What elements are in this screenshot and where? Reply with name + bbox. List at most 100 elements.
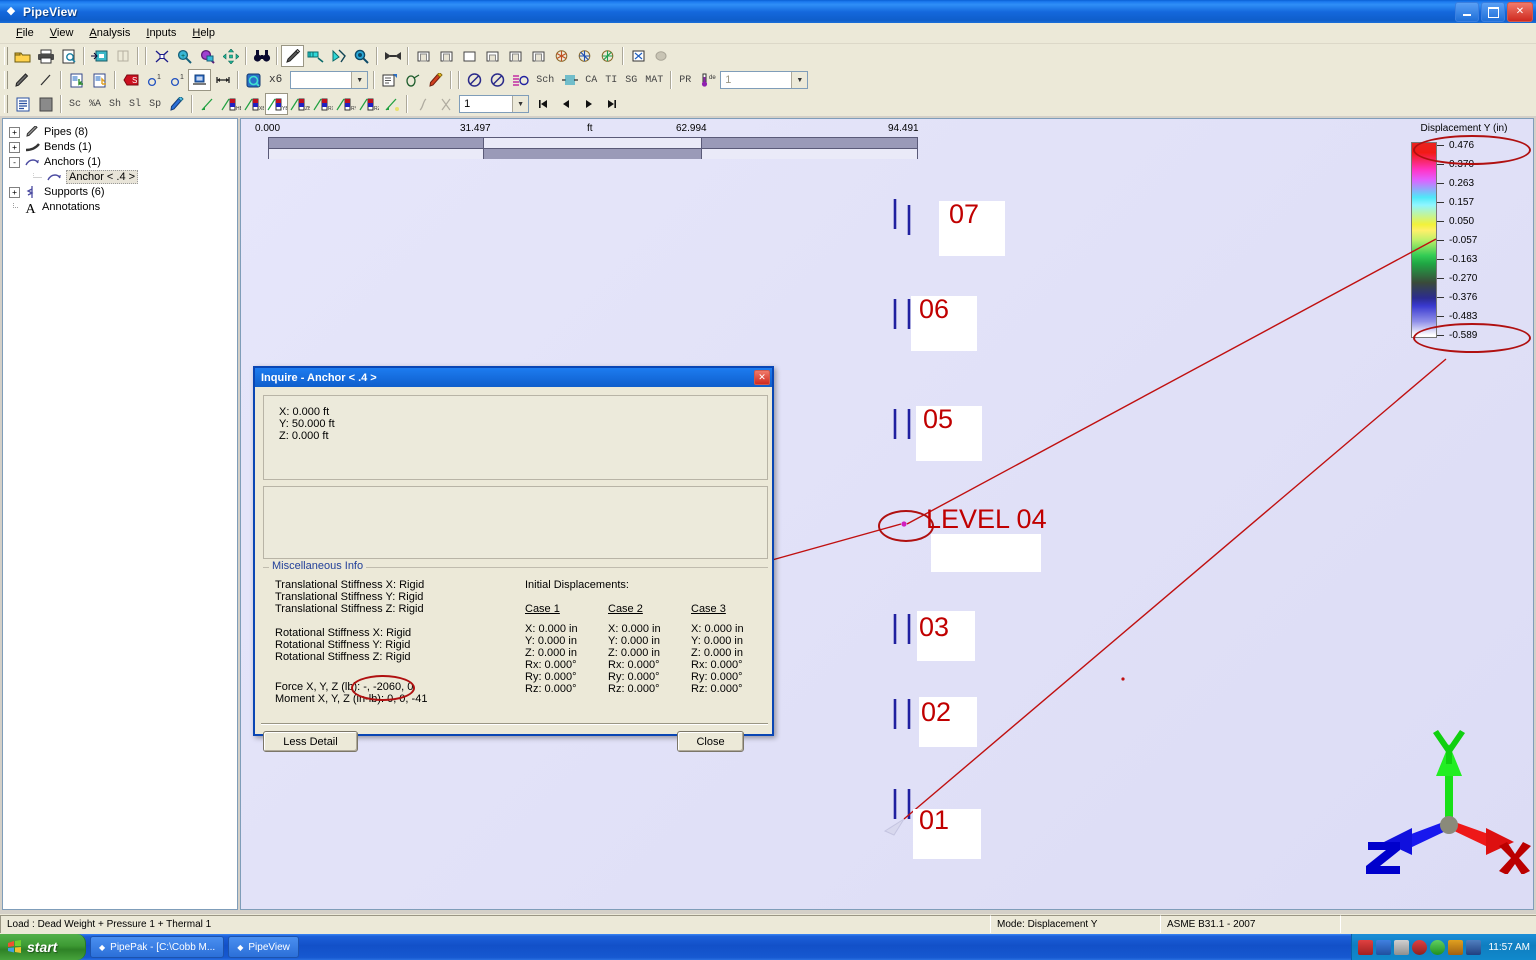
plot-xb-icon[interactable]: XB	[242, 93, 265, 115]
import-data-icon[interactable]	[65, 69, 88, 91]
tree-item-bends[interactable]: + Bends (1)	[9, 140, 237, 154]
zoom-combo[interactable]: ▼	[290, 71, 369, 89]
view-front-icon[interactable]	[412, 45, 435, 67]
view-iso2-icon[interactable]	[573, 45, 596, 67]
pr-label[interactable]: PR	[675, 69, 695, 91]
highlight-marker-icon[interactable]	[165, 93, 188, 115]
view-iso3-icon[interactable]	[596, 45, 619, 67]
tray-icon-network[interactable]	[1358, 939, 1374, 955]
diameter-icon[interactable]	[463, 69, 486, 91]
toolbar-grip[interactable]	[2, 46, 9, 66]
scale-seg[interactable]	[269, 138, 484, 148]
tray-icon-display[interactable]	[1466, 939, 1482, 955]
tray-icon-sync[interactable]	[1376, 939, 1392, 955]
mouse-pick-icon[interactable]	[401, 69, 424, 91]
chevron-down-icon[interactable]: ▼	[512, 96, 529, 112]
measure-icon[interactable]	[304, 45, 327, 67]
anchor-display-icon[interactable]	[188, 69, 211, 91]
temperature-combo[interactable]: 1 ▼	[720, 71, 809, 89]
plot-rx-icon[interactable]: RX	[311, 93, 334, 115]
node-select-icon[interactable]	[150, 45, 173, 67]
print-icon[interactable]	[34, 45, 57, 67]
ti-label[interactable]: TI	[601, 69, 621, 91]
tree-item-annotations[interactable]: A Annotations	[9, 200, 237, 214]
sh-label[interactable]: Sh	[105, 93, 125, 115]
tray-icon-update[interactable]	[1430, 939, 1446, 955]
scale-bar-bottom[interactable]	[269, 148, 917, 159]
chevron-down-icon[interactable]: ▼	[351, 72, 368, 88]
paint-color-icon[interactable]	[424, 69, 447, 91]
view-bottom-icon[interactable]	[481, 45, 504, 67]
minimize-button[interactable]	[1455, 2, 1479, 22]
report-icon[interactable]	[11, 93, 34, 115]
dimension-icon[interactable]	[211, 69, 234, 91]
percent-a-label[interactable]: %A	[85, 93, 105, 115]
scale-seg[interactable]	[484, 138, 702, 148]
scale-bar-top[interactable]	[269, 138, 917, 148]
close-button[interactable]: ✕	[1507, 2, 1533, 22]
expander-icon[interactable]: +	[9, 141, 20, 153]
draw-pipe-icon[interactable]	[11, 69, 34, 91]
model-tree-panel[interactable]: + Pipes (8) + Bends (1) - Anchors (1) An…	[2, 118, 238, 910]
expander-icon[interactable]: +	[9, 126, 20, 138]
less-detail-button[interactable]: Less Detail	[263, 731, 358, 752]
expansion-joint-icon[interactable]	[558, 69, 581, 91]
dialog-close-icon[interactable]: ✕	[754, 370, 770, 385]
thickness-icon[interactable]	[486, 69, 509, 91]
zoom-extents-icon[interactable]	[350, 45, 373, 67]
plot-zb-icon[interactable]: ZB	[288, 93, 311, 115]
tray-icon-volume[interactable]	[1448, 939, 1464, 955]
schedule-list-icon[interactable]	[509, 69, 532, 91]
mat-label[interactable]: MAT	[641, 69, 667, 91]
toolbar-grip[interactable]	[2, 70, 9, 90]
sp-label[interactable]: Sp	[145, 93, 165, 115]
sc-label[interactable]: Sc	[65, 93, 85, 115]
last-frame-icon[interactable]	[600, 93, 623, 115]
scale-seg[interactable]	[702, 138, 917, 148]
print-preview-icon[interactable]	[57, 45, 80, 67]
dialog-titlebar[interactable]: Inquire - Anchor < .4 > ✕	[255, 368, 772, 387]
menu-analysis[interactable]: Analysis	[81, 25, 138, 41]
insert-object-icon[interactable]	[88, 45, 111, 67]
prev-frame-icon[interactable]	[554, 93, 577, 115]
menu-file[interactable]: File	[8, 25, 42, 41]
expander-icon[interactable]: -	[9, 156, 20, 168]
node-number-1-icon[interactable]: 1	[142, 69, 165, 91]
tree-item-supports[interactable]: + Supports (6)	[9, 185, 237, 199]
zoom-in-icon[interactable]: +	[173, 45, 196, 67]
select-pointer-icon[interactable]	[281, 45, 304, 67]
plot-extra-icon[interactable]	[380, 93, 403, 115]
step-combo[interactable]: 1 ▼	[459, 95, 530, 113]
menu-help[interactable]: Help	[184, 25, 223, 41]
chevron-down-icon[interactable]: ▼	[791, 72, 808, 88]
zoom-window-icon[interactable]	[196, 45, 219, 67]
expander-icon[interactable]: +	[9, 186, 20, 198]
view-left-icon[interactable]	[504, 45, 527, 67]
view-back-icon[interactable]	[435, 45, 458, 67]
draw-line-icon[interactable]	[34, 69, 57, 91]
scale-seg[interactable]	[269, 149, 484, 159]
taskbar-clock[interactable]: 11:57 AM	[1488, 942, 1530, 953]
view-iso1-icon[interactable]	[550, 45, 573, 67]
close-dialog-button[interactable]: Close	[677, 731, 744, 752]
fit-screen-icon[interactable]	[627, 45, 650, 67]
render-shade-icon[interactable]	[650, 45, 673, 67]
ca-label[interactable]: CA	[581, 69, 601, 91]
taskbar-item-pipeview[interactable]: ◆ PipeView	[228, 936, 299, 958]
pan-icon[interactable]	[219, 45, 242, 67]
next-frame-icon[interactable]	[577, 93, 600, 115]
tray-icon-printer[interactable]	[1394, 939, 1410, 955]
tree-item-anchors[interactable]: - Anchors (1)	[9, 155, 237, 169]
temperature-icon[interactable]: deg	[695, 69, 718, 91]
open-file-icon[interactable]	[11, 45, 34, 67]
sl-label[interactable]: Sl	[125, 93, 145, 115]
view-top-icon[interactable]	[458, 45, 481, 67]
export-data-icon[interactable]	[88, 69, 111, 91]
plot-ry-icon[interactable]: RY	[334, 93, 357, 115]
toolbar-grip[interactable]	[2, 94, 9, 114]
maximize-button[interactable]	[1481, 2, 1505, 22]
menu-inputs[interactable]: Inputs	[138, 25, 184, 41]
start-button[interactable]: start	[0, 934, 86, 960]
menu-view[interactable]: View	[42, 25, 82, 41]
plot-yb-icon[interactable]: YB	[265, 93, 289, 115]
